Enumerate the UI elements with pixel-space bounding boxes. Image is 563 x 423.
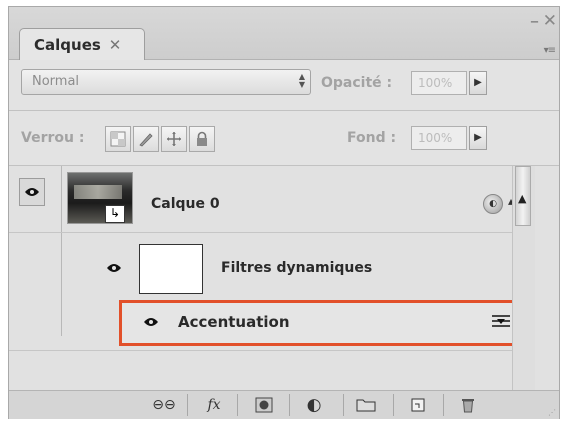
fill-label: Fond : xyxy=(347,130,397,146)
panel-footer: ⊖⊖ fx ◐ ⋰ xyxy=(9,390,559,419)
blend-row: Normal ▲ ▼ Opacité : 100% ▶ xyxy=(9,60,559,111)
fill-input[interactable]: 100% xyxy=(411,126,467,150)
opacity-input[interactable]: 100% xyxy=(411,71,467,95)
blend-mode-select[interactable]: Normal ▲ ▼ xyxy=(21,69,311,95)
blend-mode-value: Normal xyxy=(32,74,80,89)
smart-object-icon: ↳ xyxy=(105,205,125,223)
lock-row: Verrou : Fond : 100% ▶ xyxy=(9,111,559,166)
opacity-slider-button[interactable]: ▶ xyxy=(469,71,487,95)
panel-titlebar: Calques ✕ – ✕ ▾≡ xyxy=(9,7,559,60)
link-layers-icon[interactable]: ⊖⊖ xyxy=(149,394,179,416)
layer-divider xyxy=(9,232,512,233)
smart-filters-label[interactable]: Filtres dynamiques xyxy=(221,260,372,276)
lock-image-pixels-icon[interactable] xyxy=(133,126,159,152)
add-mask-icon[interactable] xyxy=(249,394,279,416)
new-layer-icon[interactable] xyxy=(403,394,433,416)
minimize-icon[interactable]: – xyxy=(530,11,539,32)
lock-all-icon[interactable] xyxy=(189,126,215,152)
divider xyxy=(237,394,238,416)
panel-menu-icon[interactable]: ▾≡ xyxy=(544,45,556,56)
close-icon[interactable]: ✕ xyxy=(543,11,557,31)
tab-layers[interactable]: Calques ✕ xyxy=(19,28,145,60)
select-stepper-icon: ▲ ▼ xyxy=(298,72,305,89)
filter-blending-options-icon[interactable] xyxy=(490,313,512,333)
lock-position-icon[interactable] xyxy=(161,126,187,152)
lock-transparent-pixels-icon[interactable] xyxy=(105,126,131,152)
divider xyxy=(393,394,394,416)
opacity-label: Opacité : xyxy=(321,75,393,91)
layer-thumbnail[interactable]: ↳ xyxy=(67,172,133,224)
layer-style-icon[interactable]: fx xyxy=(199,394,229,416)
fill-slider-button[interactable]: ▶ xyxy=(469,126,487,150)
layers-panel: Calques ✕ – ✕ ▾≡ Normal ▲ ▼ Opacité : 100… xyxy=(8,6,560,419)
divider xyxy=(187,394,188,416)
eye-icon[interactable] xyxy=(103,259,125,277)
divider xyxy=(443,394,444,416)
tab-label: Calques xyxy=(34,35,101,54)
layer-divider xyxy=(9,350,512,351)
scroll-up-icon[interactable]: ▲ xyxy=(518,192,526,205)
tab-close-icon[interactable]: ✕ xyxy=(109,36,122,54)
layers-list: ↳ Calque 0 ◐ ▴ Filtres dynamiques Accent… xyxy=(9,166,559,390)
lock-label: Verrou : xyxy=(21,130,85,146)
thumbnail-image xyxy=(74,185,122,199)
adjustment-layer-icon[interactable]: ◐ xyxy=(299,394,329,416)
resize-grip-icon[interactable]: ⋰ xyxy=(548,408,556,417)
smart-filter-indicator-icon[interactable]: ◐ xyxy=(483,194,503,214)
eye-icon[interactable] xyxy=(140,311,162,333)
divider xyxy=(343,394,344,416)
divider xyxy=(289,394,290,416)
filter-mask-thumbnail[interactable] xyxy=(139,244,203,294)
lock-buttons xyxy=(105,126,217,152)
eye-icon[interactable] xyxy=(19,178,45,206)
filter-row-accentuation[interactable]: Accentuation xyxy=(119,300,527,346)
scrollbar[interactable]: ▲ xyxy=(512,166,535,390)
filter-name: Accentuation xyxy=(178,313,290,331)
new-group-icon[interactable] xyxy=(351,394,381,416)
layer-name[interactable]: Calque 0 xyxy=(151,196,220,212)
delete-layer-icon[interactable] xyxy=(453,394,483,416)
